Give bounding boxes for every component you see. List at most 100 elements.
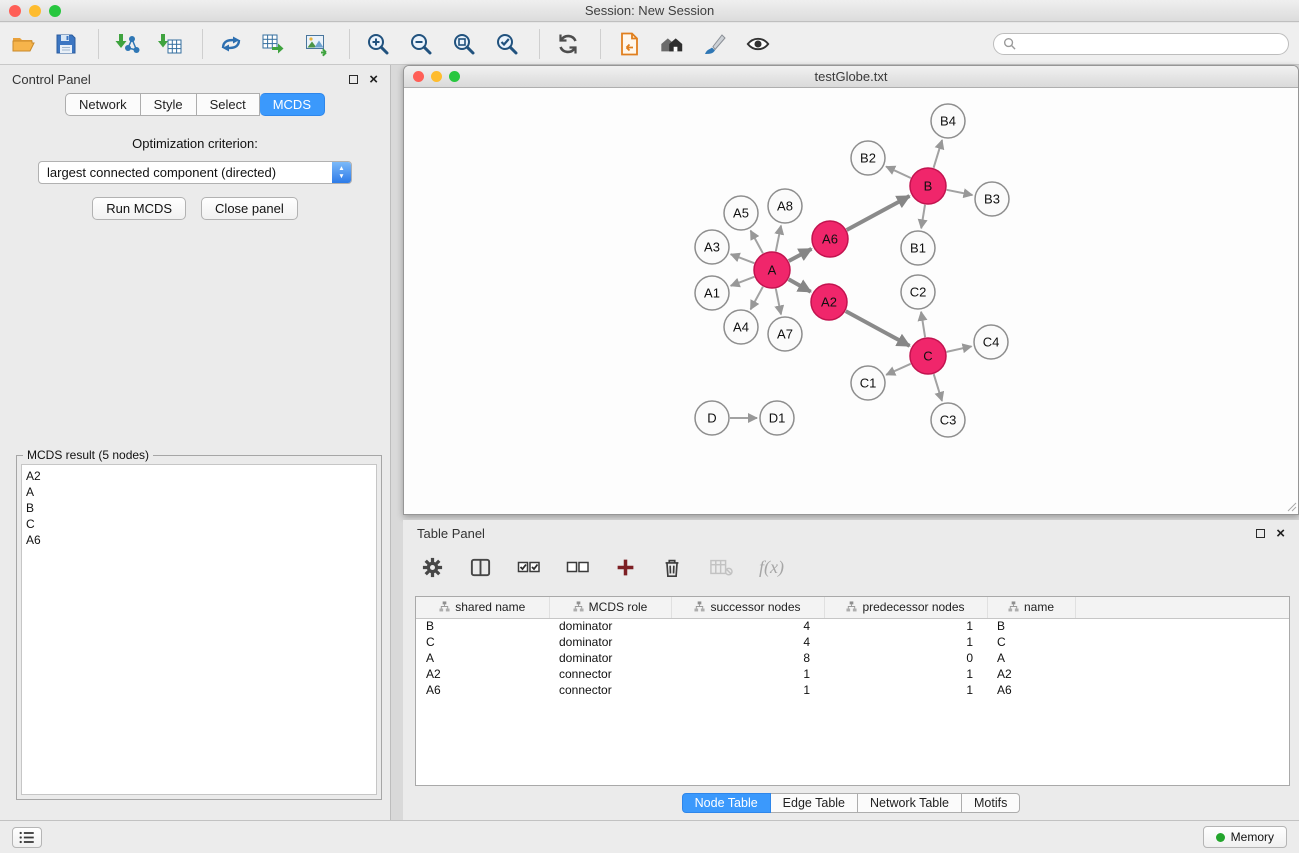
edge-A-A8[interactable] bbox=[776, 226, 781, 252]
export-image-icon[interactable] bbox=[304, 31, 330, 57]
zoom-fit-icon[interactable] bbox=[451, 31, 477, 57]
edge-A-A6[interactable] bbox=[789, 249, 812, 261]
save-session-icon[interactable] bbox=[53, 31, 79, 57]
delete-columns-icon[interactable] bbox=[661, 556, 683, 579]
column-header-shared-name[interactable]: shared name bbox=[416, 597, 549, 618]
run-mcds-button[interactable]: Run MCDS bbox=[92, 197, 186, 220]
result-item[interactable]: C bbox=[26, 516, 372, 532]
edge-C-C2[interactable] bbox=[921, 312, 925, 337]
result-item[interactable]: A2 bbox=[26, 468, 372, 484]
node-A6[interactable]: A6 bbox=[812, 221, 848, 257]
delete-table-icon[interactable] bbox=[708, 556, 734, 578]
edge-B-B4[interactable] bbox=[934, 140, 943, 168]
minimize-window-button[interactable] bbox=[29, 5, 41, 17]
close-network-button[interactable] bbox=[413, 71, 424, 82]
edge-A2-C[interactable] bbox=[846, 311, 910, 346]
open-session-icon[interactable] bbox=[10, 31, 36, 57]
zoom-out-icon[interactable] bbox=[408, 31, 434, 57]
edge-B-B3[interactable] bbox=[947, 190, 973, 195]
edge-A-A4[interactable] bbox=[751, 287, 763, 310]
zoom-network-button[interactable] bbox=[449, 71, 460, 82]
node-A8[interactable]: A8 bbox=[768, 189, 802, 223]
node-A5[interactable]: A5 bbox=[724, 196, 758, 230]
column-header-MCDS-role[interactable]: MCDS role bbox=[549, 597, 671, 618]
select-all-icon[interactable] bbox=[517, 557, 541, 577]
search-field[interactable] bbox=[993, 33, 1289, 55]
edge-B-B1[interactable] bbox=[921, 205, 925, 229]
memory-button[interactable]: Memory bbox=[1203, 826, 1287, 848]
zoom-in-icon[interactable] bbox=[365, 31, 391, 57]
table-row[interactable]: A2connector11A2 bbox=[416, 666, 1289, 682]
export-table-icon[interactable] bbox=[261, 31, 287, 57]
edge-C-C4[interactable] bbox=[947, 346, 972, 352]
node-A4[interactable]: A4 bbox=[724, 310, 758, 344]
close-panel-button[interactable]: Close panel bbox=[201, 197, 298, 220]
close-window-button[interactable] bbox=[9, 5, 21, 17]
close-table-panel-icon[interactable]: × bbox=[1276, 526, 1285, 541]
table-row[interactable]: Cdominator41C bbox=[416, 634, 1289, 650]
node-C3[interactable]: C3 bbox=[931, 403, 965, 437]
task-history-button[interactable] bbox=[12, 827, 42, 848]
close-panel-icon[interactable]: × bbox=[369, 72, 378, 87]
node-table-container[interactable]: shared nameMCDS rolesuccessor nodesprede… bbox=[415, 596, 1290, 786]
edge-A-A3[interactable] bbox=[731, 254, 755, 263]
minimize-network-button[interactable] bbox=[431, 71, 442, 82]
node-A3[interactable]: A3 bbox=[695, 230, 729, 264]
node-A7[interactable]: A7 bbox=[768, 317, 802, 351]
unselect-all-icon[interactable] bbox=[566, 557, 590, 577]
node-A1[interactable]: A1 bbox=[695, 276, 729, 310]
add-column-icon[interactable] bbox=[615, 557, 636, 578]
node-B2[interactable]: B2 bbox=[851, 141, 885, 175]
apply-style-icon[interactable] bbox=[702, 31, 728, 57]
tab-network[interactable]: Network bbox=[65, 93, 141, 116]
node-A[interactable]: A bbox=[754, 252, 790, 288]
edge-C-C1[interactable] bbox=[886, 364, 911, 375]
float-table-panel-icon[interactable] bbox=[1256, 529, 1265, 538]
import-network-icon[interactable] bbox=[114, 31, 140, 57]
node-C2[interactable]: C2 bbox=[901, 275, 935, 309]
column-header-predecessor-nodes[interactable]: predecessor nodes bbox=[824, 597, 987, 618]
network-view[interactable]: B4B2BB3A5A8A6B1A3AC2A1A2A4A7C4CC1C3DD1 bbox=[404, 88, 1298, 513]
resize-grip-icon[interactable] bbox=[1285, 500, 1297, 512]
edge-A-A1[interactable] bbox=[731, 277, 755, 286]
function-builder-icon[interactable]: f(x) bbox=[759, 557, 784, 578]
export-network-icon[interactable] bbox=[218, 31, 244, 57]
refresh-layout-icon[interactable] bbox=[555, 31, 581, 57]
node-B4[interactable]: B4 bbox=[931, 104, 965, 138]
tab-style[interactable]: Style bbox=[141, 93, 197, 116]
edge-A-A5[interactable] bbox=[751, 231, 763, 254]
tab-edge-table[interactable]: Edge Table bbox=[771, 793, 858, 813]
zoom-selected-icon[interactable] bbox=[494, 31, 520, 57]
edge-A-A2[interactable] bbox=[789, 279, 811, 291]
criterion-select[interactable]: largest connected component (directed) ▲… bbox=[38, 161, 352, 184]
node-B[interactable]: B bbox=[910, 168, 946, 204]
tab-motifs[interactable]: Motifs bbox=[962, 793, 1020, 813]
edge-A6-B[interactable] bbox=[847, 196, 910, 230]
node-C1[interactable]: C1 bbox=[851, 366, 885, 400]
first-neighbors-icon[interactable] bbox=[616, 31, 642, 57]
result-item[interactable]: A bbox=[26, 484, 372, 500]
network-window-titlebar[interactable]: testGlobe.txt bbox=[404, 66, 1298, 88]
result-item[interactable]: B bbox=[26, 500, 372, 516]
node-C[interactable]: C bbox=[910, 338, 946, 374]
node-D[interactable]: D bbox=[695, 401, 729, 435]
column-header-successor-nodes[interactable]: successor nodes bbox=[671, 597, 824, 618]
tab-select[interactable]: Select bbox=[197, 93, 260, 116]
edge-C-C3[interactable] bbox=[934, 374, 942, 401]
node-C4[interactable]: C4 bbox=[974, 325, 1008, 359]
search-input[interactable] bbox=[1022, 37, 1279, 51]
network-canvas[interactable]: B4B2BB3A5A8A6B1A3AC2A1A2A4A7C4CC1C3DD1 bbox=[404, 88, 1298, 513]
node-A2[interactable]: A2 bbox=[811, 284, 847, 320]
show-all-icon[interactable] bbox=[659, 31, 685, 57]
tab-network-table[interactable]: Network Table bbox=[858, 793, 962, 813]
float-panel-icon[interactable] bbox=[349, 75, 358, 84]
edge-A-A7[interactable] bbox=[776, 289, 781, 315]
table-row[interactable]: Adominator80A bbox=[416, 650, 1289, 666]
import-table-icon[interactable] bbox=[157, 31, 183, 57]
node-D1[interactable]: D1 bbox=[760, 401, 794, 435]
zoom-window-button[interactable] bbox=[49, 5, 61, 17]
edge-B-B2[interactable] bbox=[886, 167, 911, 179]
show-columns-icon[interactable] bbox=[469, 556, 492, 579]
table-row[interactable]: Bdominator41B bbox=[416, 618, 1289, 634]
table-row[interactable]: A6connector11A6 bbox=[416, 682, 1289, 698]
